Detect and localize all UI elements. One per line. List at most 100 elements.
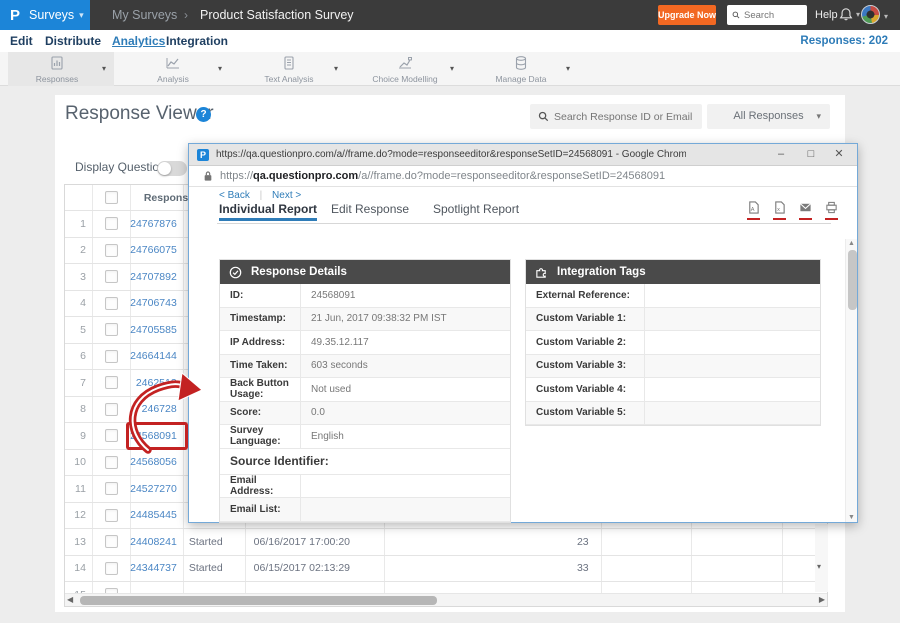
next-link[interactable]: Next > [272,190,301,201]
scroll-up-icon[interactable]: ▲ [848,240,855,247]
nav-distribute[interactable]: Distribute [45,34,101,48]
tool-text-analysis[interactable]: Text Analysis ▾ [240,52,346,86]
window-title: https://qa.questionpro.com/a//frame.do?m… [216,149,686,160]
tool-choice-modelling[interactable]: Choice Modelling ▾ [356,52,462,86]
row-checkbox[interactable] [105,535,118,548]
export-pdf-icon[interactable]: A [747,201,760,214]
row-checkbox[interactable] [105,376,118,389]
row-checkbox[interactable] [105,350,118,363]
export-excel-icon[interactable]: x [773,201,786,214]
print-icon[interactable] [825,201,838,214]
scroll-down-icon[interactable]: ▼ [848,514,855,521]
vertical-scrollbar[interactable]: ▾ [815,524,828,592]
display-questions-toggle[interactable] [157,161,187,176]
pager: < Back | Next > [219,190,301,201]
header-response-id[interactable]: Response ID ▲ [131,185,184,210]
detail-label: Email List: [220,498,301,521]
tool-analysis[interactable]: Analysis ▾ [124,52,230,86]
breadcrumb-parent[interactable]: My Surveys [112,8,177,22]
detail-value: 21 Jun, 2017 09:38:32 PM IST [301,308,510,331]
popup-scroll-thumb[interactable] [848,250,857,310]
help-link[interactable]: Help [815,9,838,21]
global-search[interactable] [727,5,807,25]
panel-title: Integration Tags [557,266,646,278]
row-checkbox[interactable] [105,244,118,257]
row-checkbox[interactable] [105,509,118,522]
scroll-right-icon[interactable]: ▶ [819,595,825,604]
nav-edit[interactable]: Edit [10,34,33,48]
integration-tags-rows: External Reference:Custom Variable 1:Cus… [526,284,820,425]
header-checkbox-cell [93,185,131,210]
search-icon [732,10,740,20]
row-checkbox[interactable] [105,456,118,469]
response-id-link[interactable]: 24705585 [131,317,184,343]
row-checkbox[interactable] [105,482,118,495]
avatar[interactable] [861,5,880,24]
tab-edit-response[interactable]: Edit Response [331,202,409,216]
chevron-down-icon[interactable]: ▾ [218,64,222,73]
response-id-link[interactable]: 24706743 [131,291,184,317]
notifications-button[interactable]: ▾ [839,7,860,22]
row-checkbox[interactable] [105,297,118,310]
response-id-link[interactable]: 24408241 [131,529,184,555]
top-bar: P Surveys ▾ My Surveys › Product Satisfa… [0,0,900,30]
select-all-checkbox[interactable] [105,191,118,204]
global-search-input[interactable] [744,10,802,21]
detail-row: ID:24568091 [220,284,510,308]
detail-value: Not used [301,378,510,401]
analytics-toolbar: Responses ▾ Analysis ▾ Text Analysis ▾ [0,52,900,86]
response-search-input[interactable] [554,111,694,123]
response-id-link[interactable]: 24767876 [131,211,184,237]
row-checkbox[interactable] [105,323,118,336]
row-number: 7 [65,370,93,396]
close-button[interactable]: ✕ [825,144,853,165]
response-id-link[interactable]: 24527270 [131,476,184,502]
response-search[interactable] [530,104,702,129]
responses-count[interactable]: Responses: 202 [800,35,888,47]
row-checkbox[interactable] [105,562,118,575]
chrome-titlebar[interactable]: P https://qa.questionpro.com/a//frame.do… [189,144,857,166]
breadcrumb-current: Product Satisfaction Survey [200,8,354,22]
tab-spotlight-report[interactable]: Spotlight Report [433,202,519,216]
tab-individual-report[interactable]: Individual Report [219,202,317,216]
address-bar[interactable]: https://qa.questionpro.com/a//frame.do?m… [189,166,857,187]
minimize-button[interactable]: – [767,144,795,165]
scroll-down-icon[interactable]: ▾ [817,562,821,571]
row-number: 5 [65,317,93,343]
response-id-link[interactable]: 24766075 [131,238,184,264]
nav-integration[interactable]: Integration [166,34,228,48]
product-switcher[interactable]: P Surveys ▾ [0,0,90,30]
scroll-left-icon[interactable]: ◀ [67,595,73,604]
response-id-link[interactable]: 24344737 [131,556,184,582]
questionpro-logo-icon: P [10,7,20,24]
responses-filter-dropdown[interactable]: All Responses ▾ [707,104,830,129]
tool-manage-data[interactable]: Manage Data ▾ [472,52,578,86]
row-checkbox[interactable] [105,217,118,230]
response-id-link[interactable]: 24707892 [131,264,184,290]
chevron-down-icon[interactable]: ▾ [884,12,888,21]
row-checkbox[interactable] [105,403,118,416]
chevron-down-icon[interactable]: ▾ [102,64,106,73]
back-link[interactable]: < Back [219,190,250,201]
horizontal-scroll-thumb[interactable] [80,596,437,605]
row-checkbox-cell [93,317,131,343]
chevron-down-icon[interactable]: ▾ [334,64,338,73]
email-icon[interactable] [799,201,812,214]
help-icon[interactable]: ? [196,107,211,122]
maximize-button[interactable]: □ [797,144,825,165]
tool-responses[interactable]: Responses ▾ [8,52,114,86]
detail-value [301,498,510,521]
chevron-down-icon[interactable]: ▾ [450,64,454,73]
header-rownum [65,185,93,210]
horizontal-scrollbar[interactable]: ◀ ▶ [65,593,827,606]
row-checkbox[interactable] [105,429,118,442]
svg-text:A: A [751,207,755,213]
popup-scrollbar[interactable]: ▲ ▼ [845,239,857,522]
detail-row: Custom Variable 3: [526,355,820,379]
nav-analytics[interactable]: Analytics [112,34,165,48]
row-checkbox[interactable] [105,270,118,283]
upgrade-now-button[interactable]: Upgrade Now [658,5,716,25]
chevron-down-icon[interactable]: ▾ [566,64,570,73]
panel-title: Response Details [251,266,347,278]
response-id-link[interactable]: 24485445 [131,503,184,529]
